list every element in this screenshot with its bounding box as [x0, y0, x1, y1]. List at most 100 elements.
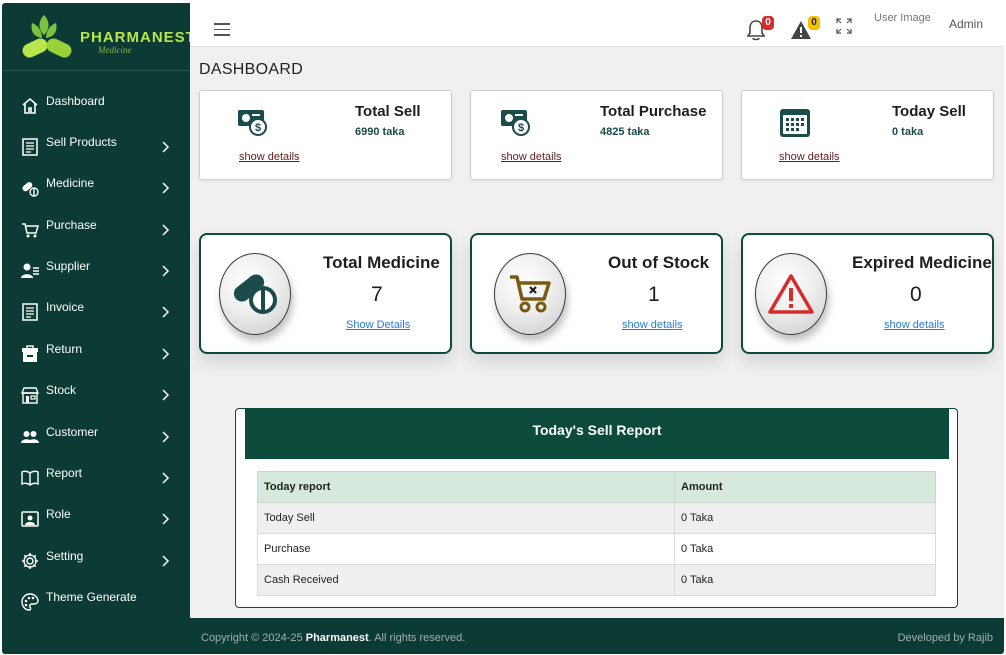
alert-badge: 0 — [808, 16, 820, 30]
table-cell: 0 Taka — [674, 533, 936, 565]
sidebar-item-role[interactable]: Role — [2, 504, 190, 534]
card-title: Total Purchase — [600, 103, 707, 120]
table-row: Cash Received 0 Taka — [257, 564, 936, 596]
card-value: 0 taka — [892, 126, 924, 138]
sidebar-item-label: Dashboard — [46, 94, 105, 108]
sidebar-item-label: Customer — [46, 425, 99, 439]
summary-card-today-sell: Today Sell 0 taka show details — [741, 90, 994, 180]
footer: Copyright © 2024-25 Pharmanest. All righ… — [190, 618, 1004, 654]
users-icon — [19, 427, 41, 447]
chevron-right-icon — [162, 141, 170, 153]
show-details-link[interactable]: Show Details — [346, 319, 410, 331]
sidebar-item-stock[interactable]: Stock — [2, 380, 190, 410]
hamburger-line — [214, 34, 230, 36]
stat-card-expired-medicine: Expired Medicine 0 show details — [741, 233, 994, 354]
table-cell: Cash Received — [257, 564, 675, 596]
show-details-link[interactable]: show details — [884, 319, 945, 331]
show-details-link[interactable]: show details — [622, 319, 683, 331]
table-cell: Purchase — [257, 533, 675, 565]
sidebar-item-supplier[interactable]: Supplier — [2, 256, 190, 286]
chevron-right-icon — [162, 182, 170, 194]
footer-brand[interactable]: Pharmanest — [306, 632, 369, 644]
home-icon — [19, 96, 41, 116]
sidebar-item-label: Purchase — [46, 218, 97, 232]
column-header: Today report — [257, 471, 675, 503]
avatar[interactable]: User Image — [874, 12, 931, 24]
chevron-right-icon — [162, 555, 170, 567]
chevron-right-icon — [162, 389, 170, 401]
stat-icon-circle — [219, 253, 291, 335]
sidebar-item-dashboard[interactable]: Dashboard — [2, 91, 190, 121]
brand-logo[interactable]: PHARMANEST Medicine — [2, 3, 195, 71]
sidebar-item-label: Medicine — [46, 176, 95, 190]
id-badge-icon — [19, 509, 41, 529]
notification-badge: 0 — [762, 16, 774, 30]
sidebar-item-customer[interactable]: Customer — [2, 422, 190, 452]
summary-card-total-purchase: $ Total Purchase 4825 taka show details — [470, 90, 723, 180]
show-details-link[interactable]: show details — [779, 151, 840, 163]
report-title: Today's Sell Report — [245, 409, 949, 459]
sidebar-item-label: Setting — [46, 549, 84, 563]
receipt-icon — [19, 137, 41, 157]
sidebar-item-medicine[interactable]: Medicine — [2, 173, 190, 203]
hamburger-line — [214, 28, 230, 30]
card-title: Today Sell — [892, 103, 966, 120]
pill-icon — [19, 178, 41, 198]
money-icon: $ — [238, 110, 267, 136]
table-cell: 0 Taka — [674, 502, 936, 534]
copyright-text: Copyright © 2024-25 Pharmanest. All righ… — [201, 632, 465, 644]
rights-text: . All rights reserved. — [368, 632, 466, 644]
chevron-right-icon — [162, 431, 170, 443]
stat-value: 7 — [371, 283, 383, 306]
show-details-link[interactable]: show details — [239, 151, 300, 163]
sidebar-item-setting[interactable]: Setting — [2, 546, 190, 576]
card-value: 4825 taka — [600, 126, 650, 138]
stat-title: Total Medicine — [323, 253, 440, 272]
chevron-right-icon — [162, 265, 170, 277]
top-bar: 0 0 User Image Admin — [190, 3, 1004, 47]
sidebar-item-label: Stock — [46, 383, 77, 397]
pill-leaf-logo-icon — [22, 15, 72, 58]
stat-value: 0 — [910, 283, 922, 306]
sidebar-item-purchase[interactable]: Purchase — [2, 215, 190, 245]
sidebar-item-theme-generate[interactable]: Theme Generate — [2, 587, 190, 617]
app-frame: PHARMANEST Medicine Dashboard Sell Produ… — [2, 3, 1004, 654]
fullscreen-icon[interactable] — [836, 18, 852, 34]
supplier-icon — [19, 261, 41, 281]
menu-toggle-button[interactable] — [214, 23, 230, 36]
table-header-row: Today report Amount — [257, 471, 936, 503]
stat-title: Out of Stock — [608, 253, 710, 272]
sidebar-item-report[interactable]: Report — [2, 463, 190, 493]
stat-card-total-medicine: Total Medicine 7 Show Details — [199, 233, 452, 354]
store-icon — [19, 385, 41, 405]
book-icon — [19, 468, 41, 488]
todays-sell-report: Today's Sell Report Today report Amount … — [235, 408, 958, 608]
user-name[interactable]: Admin — [949, 17, 983, 31]
chevron-right-icon — [162, 224, 170, 236]
pill-icon — [233, 274, 277, 314]
card-title: Total Sell — [355, 103, 421, 120]
show-details-link[interactable]: show details — [501, 151, 562, 163]
chevron-right-icon — [162, 513, 170, 525]
developer-credit: Developed by Rajib — [897, 632, 993, 644]
sidebar-item-label: Theme Generate — [46, 590, 137, 604]
sidebar-item-label: Supplier — [46, 259, 91, 273]
card-value: 6990 taka — [355, 126, 405, 138]
sidebar-item-label: Return — [46, 342, 83, 356]
sidebar-item-return[interactable]: Return — [2, 339, 190, 369]
money-icon: $ — [501, 110, 530, 136]
column-header: Amount — [674, 471, 936, 503]
sidebar: PHARMANEST Medicine Dashboard Sell Produ… — [2, 3, 195, 654]
stat-icon-circle — [755, 253, 827, 335]
stat-icon-circle — [494, 253, 566, 335]
sidebar-item-invoice[interactable]: Invoice — [2, 297, 190, 327]
brand-tagline: Medicine — [98, 45, 132, 55]
gear-icon — [19, 551, 41, 571]
sidebar-item-sell-products[interactable]: Sell Products — [2, 132, 190, 162]
invoice-icon — [19, 302, 41, 322]
hamburger-line — [214, 23, 230, 25]
chevron-right-icon — [162, 306, 170, 318]
stat-value: 1 — [648, 283, 660, 306]
svg-text:$: $ — [255, 122, 261, 134]
stat-card-out-of-stock: Out of Stock 1 show details — [470, 233, 723, 354]
